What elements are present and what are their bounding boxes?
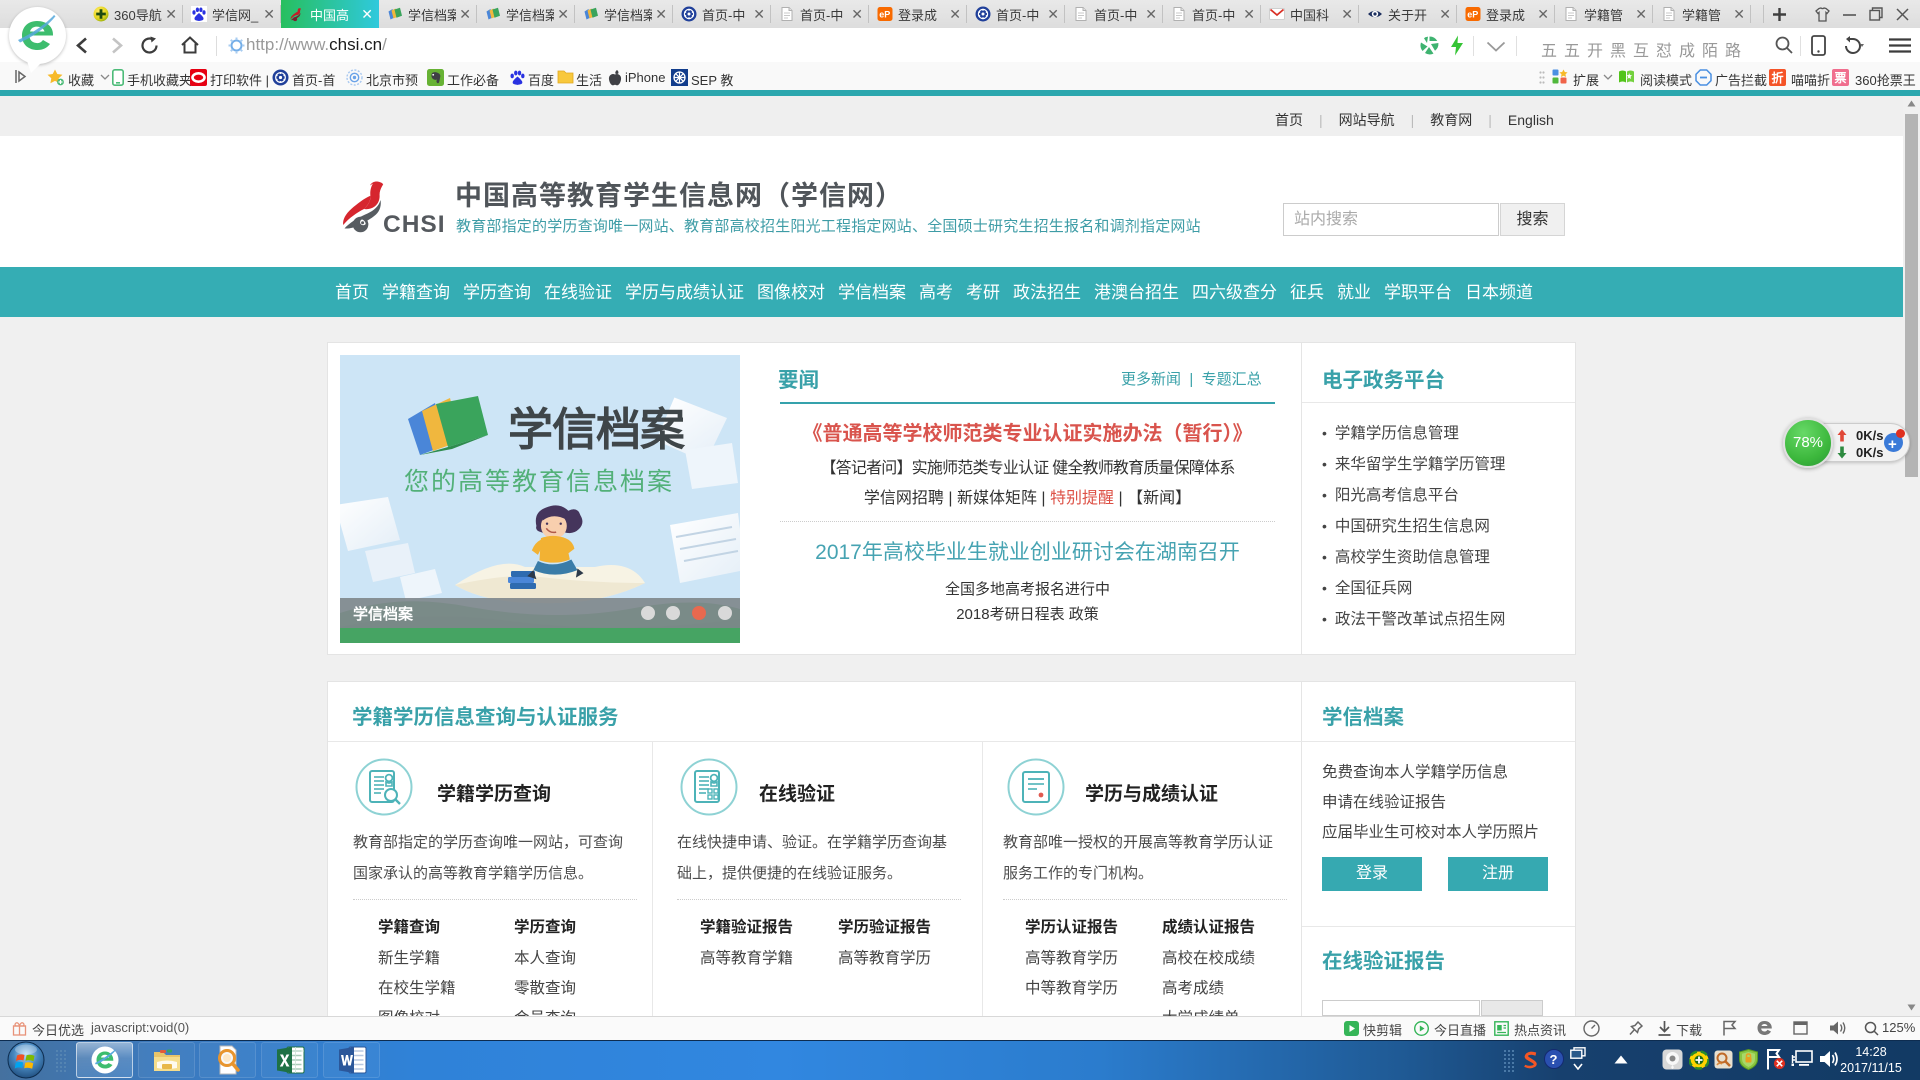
svg-text:折: 折 bbox=[1772, 70, 1784, 85]
svg-text:?: ? bbox=[1550, 1052, 1558, 1067]
svg-text:票: 票 bbox=[1835, 71, 1847, 85]
svg-text:学信档案: 学信档案 bbox=[353, 605, 414, 623]
svg-text:eP: eP bbox=[1467, 10, 1478, 20]
svg-text:学信档案: 学信档案 bbox=[508, 404, 686, 455]
svg-text:您的高等教育信息档案: 您的高等教育信息档案 bbox=[404, 468, 674, 496]
svg-text:eP: eP bbox=[879, 10, 890, 20]
svg-text:CHSI: CHSI bbox=[383, 211, 446, 234]
